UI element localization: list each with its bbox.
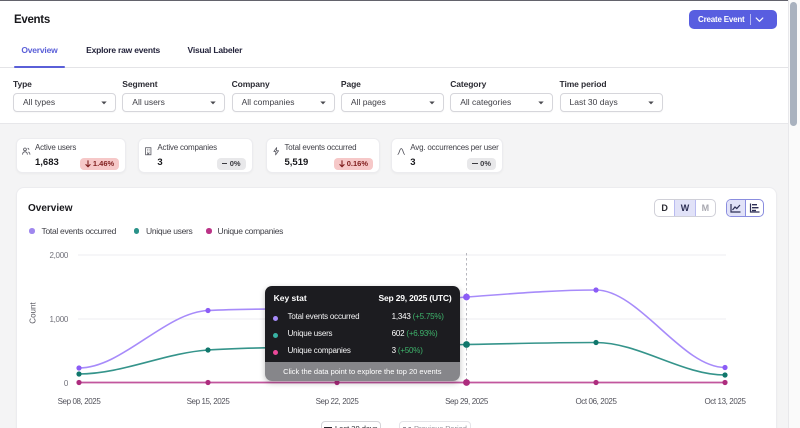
svg-text:Count: Count [29,302,38,324]
svg-text:Sep 15, 2025: Sep 15, 2025 [187,397,231,406]
svg-text:2,000: 2,000 [49,251,68,260]
svg-text:Oct 13, 2025: Oct 13, 2025 [704,397,746,406]
svg-text:Sep 29, 2025: Sep 29, 2025 [445,397,489,406]
svg-text:0: 0 [64,379,69,388]
svg-text:Sep 22, 2025: Sep 22, 2025 [316,397,360,406]
svg-text:Sep 08, 2025: Sep 08, 2025 [58,397,102,406]
svg-text:1,000: 1,000 [49,315,68,324]
svg-text:Oct 06, 2025: Oct 06, 2025 [575,397,617,406]
